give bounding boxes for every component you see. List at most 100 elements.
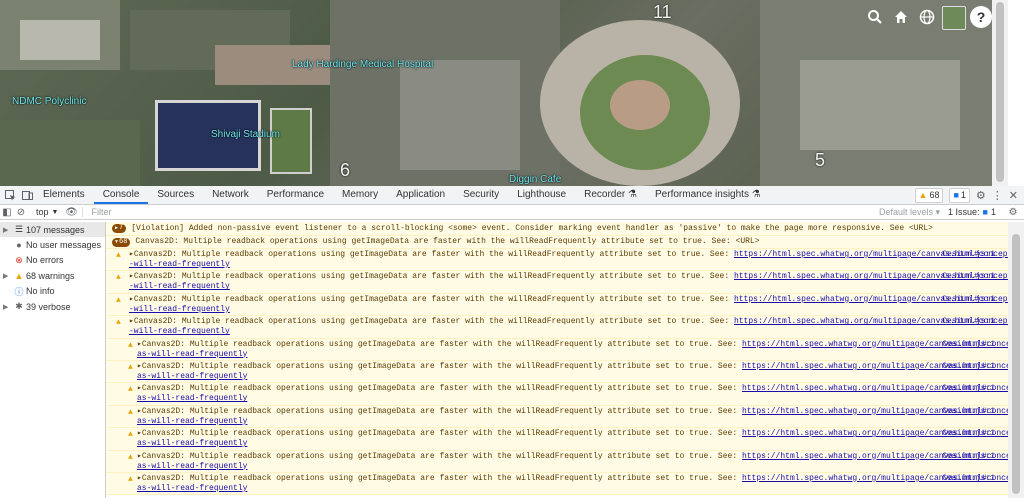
tab-application[interactable]: Application — [387, 186, 454, 204]
more-options-icon[interactable]: ⋮ — [992, 189, 1003, 202]
sidebar-item-warnings[interactable]: ▶ ▲ 68 warnings — [0, 268, 105, 283]
context-selector[interactable]: top ▼ — [36, 207, 58, 217]
issues-button[interactable]: 1 Issue: ■ 1 — [948, 207, 996, 217]
source-link[interactable]: Cesium.js:1 — [942, 407, 995, 417]
source-link[interactable]: Cesium.js:1 — [942, 452, 995, 462]
warning-text: Canvas2D: Multiple readback operations u… — [141, 473, 742, 483]
source-link[interactable]: Cesium.js:1 — [942, 250, 995, 260]
sidebar-item-user-messages[interactable]: ● No user messages — [0, 237, 105, 252]
tab-performance-insights[interactable]: Performance insights ⚗ — [646, 186, 770, 204]
search-icon[interactable] — [864, 6, 886, 28]
home-icon[interactable] — [890, 6, 912, 28]
info-badge[interactable]: ■ 1 — [949, 187, 970, 203]
spec-link-continued[interactable]: -will-read-frequently — [116, 260, 1008, 270]
console-toolbar: ◧ ⊘ top ▼ 👁 Filter Default levels ▾ 1 Is… — [0, 205, 1024, 220]
warning-message[interactable]: ▲ ▸Canvas2D: Multiple readback operation… — [106, 316, 1008, 339]
canvas-group-row[interactable]: ▼68 Canvas2D: Multiple readback operatio… — [106, 236, 1008, 249]
warning-message[interactable]: ▲ ▸Canvas2D: Multiple readback operation… — [106, 249, 1008, 272]
warnings-badge[interactable]: ▲ 68 — [914, 187, 944, 203]
scrollbar-thumb[interactable] — [996, 2, 1004, 182]
log-levels-dropdown[interactable]: Default levels ▾ — [879, 207, 940, 218]
warning-message[interactable]: ▲ ▸Canvas2D: Multiple readback operation… — [106, 360, 1008, 384]
source-link[interactable]: Cesium.js:1 — [942, 295, 995, 305]
spec-link-continued[interactable]: -will-read-frequently — [116, 327, 1008, 337]
imagery-icon[interactable] — [942, 6, 966, 30]
map-label-polyclinic[interactable]: NDMC Polyclinic — [12, 96, 86, 107]
spec-link-continued[interactable]: as-will-read-frequently — [124, 439, 1008, 449]
spec-link-continued[interactable]: as-will-read-frequently — [124, 372, 1008, 382]
sidebar-item-verbose[interactable]: ▶ ✱ 39 verbose — [0, 299, 105, 314]
map-view[interactable]: Lady Hardinge Medical Hospital NDMC Poly… — [0, 0, 1008, 186]
globe-icon[interactable] — [916, 6, 938, 28]
violation-count: 7 — [119, 224, 124, 232]
user-icon: ● — [16, 240, 22, 251]
source-link[interactable]: Cesium.js:1 — [942, 340, 995, 350]
group-count-badge: ▶7 — [112, 224, 127, 233]
console-scrollbar[interactable] — [1008, 222, 1024, 498]
map-label-cafe[interactable]: Diggin Cafe — [509, 174, 561, 185]
warning-message[interactable]: ▲ ▸Canvas2D: Multiple readback operation… — [106, 450, 1008, 473]
sidebar-item-label: 107 messages — [26, 224, 85, 235]
tab-network[interactable]: Network — [203, 186, 258, 204]
warning-message[interactable]: ▲ ▸Canvas2D: Multiple readback operation… — [106, 293, 1008, 317]
eye-icon[interactable]: 👁 — [64, 207, 78, 218]
tab-console[interactable]: Console — [93, 186, 149, 204]
sidebar-item-errors[interactable]: ⊗ No errors — [0, 253, 105, 268]
spec-link-continued[interactable]: -will-read-frequently — [116, 282, 1008, 292]
help-icon[interactable]: ? — [970, 6, 992, 28]
console-settings-icon[interactable]: ⚙ — [1006, 207, 1020, 218]
source-link[interactable]: Cesium.js:1 — [942, 384, 995, 394]
spec-link-continued[interactable]: -will-read-frequently — [116, 305, 1008, 315]
warning-message[interactable]: ▲ ▸Canvas2D: Multiple readback operation… — [106, 428, 1008, 451]
spec-link-continued[interactable]: as-will-read-frequently — [124, 350, 1008, 360]
close-icon[interactable]: ✕ — [1009, 189, 1018, 202]
group-count-badge: ▼68 — [112, 237, 131, 247]
sidebar-item-label: No info — [26, 286, 55, 297]
divider — [82, 207, 84, 217]
caret-right-icon: ▶ — [3, 272, 9, 280]
device-toolbar-icon[interactable] — [20, 188, 34, 202]
clear-console-icon[interactable]: ⊘ — [14, 207, 28, 218]
sidebar-item-label: 39 verbose — [26, 301, 71, 312]
map-label-stadium[interactable]: Shivaji Stadium — [211, 129, 280, 140]
warning-text: Canvas2D: Multiple readback operations u… — [141, 339, 742, 349]
spec-link-continued[interactable]: as-will-read-frequently — [124, 462, 1008, 472]
sidebar-item-messages[interactable]: ▶ ☰ 107 messages — [0, 222, 105, 238]
group-text: Canvas2D: Multiple readback operations u… — [135, 237, 760, 246]
tab-sources[interactable]: Sources — [148, 186, 203, 204]
tab-recorder[interactable]: Recorder ⚗ — [575, 186, 646, 204]
inspect-icon[interactable] — [3, 188, 17, 202]
filter-input[interactable]: Filter — [91, 207, 111, 217]
spec-link-continued[interactable]: as-will-read-frequently — [124, 394, 1008, 404]
warning-text: Canvas2D: Multiple readback operations u… — [133, 272, 734, 282]
violation-group-row[interactable]: ▶7 [Violation] Added non-passive event l… — [106, 222, 1008, 236]
source-link[interactable]: Cesium.js:1 — [942, 272, 995, 282]
warning-message[interactable]: ▲ ▸Canvas2D: Multiple readback operation… — [106, 405, 1008, 429]
tab-elements[interactable]: Elements — [34, 186, 94, 204]
scrollbar-thumb[interactable] — [1012, 234, 1020, 494]
warning-message[interactable]: ▲ ▸Canvas2D: Multiple readback operation… — [106, 271, 1008, 294]
warning-icon: ▲ — [116, 273, 121, 283]
sidebar-item-info[interactable]: ⓘ No info — [0, 284, 105, 299]
violation-text: [Violation] Added non-passive event list… — [131, 223, 933, 233]
warning-message[interactable]: ▲ ▸Canvas2D: Multiple readback operation… — [106, 383, 1008, 406]
sidebar-item-label: No errors — [26, 255, 64, 266]
tab-memory[interactable]: Memory — [333, 186, 387, 204]
info-icon: ⓘ — [14, 286, 24, 297]
sidebar-toggle-icon[interactable]: ◧ — [0, 207, 14, 218]
settings-icon[interactable]: ⚙ — [976, 189, 986, 202]
caret-right-icon: ▶ — [3, 303, 9, 311]
warning-message[interactable]: ▲ ▸Canvas2D: Multiple readback operation… — [106, 338, 1008, 361]
source-link[interactable]: Cesium.js:1 — [942, 429, 995, 439]
spec-link-continued[interactable]: as-will-read-frequently — [124, 417, 1008, 427]
tab-lighthouse[interactable]: Lighthouse — [508, 186, 575, 204]
map-scrollbar[interactable] — [992, 0, 1008, 186]
map-label-hospital[interactable]: Lady Hardinge Medical Hospital — [292, 59, 433, 70]
warning-message[interactable]: ▲ ▸Canvas2D: Multiple readback operation… — [106, 472, 1008, 496]
tab-security[interactable]: Security — [454, 186, 508, 204]
tab-performance[interactable]: Performance — [258, 186, 333, 204]
source-link[interactable]: Cesium.js:1 — [942, 317, 995, 327]
source-link[interactable]: Cesium.js:1 — [942, 474, 995, 484]
source-link[interactable]: Cesium.js:1 — [942, 362, 995, 372]
spec-link-continued[interactable]: as-will-read-frequently — [124, 484, 1008, 494]
